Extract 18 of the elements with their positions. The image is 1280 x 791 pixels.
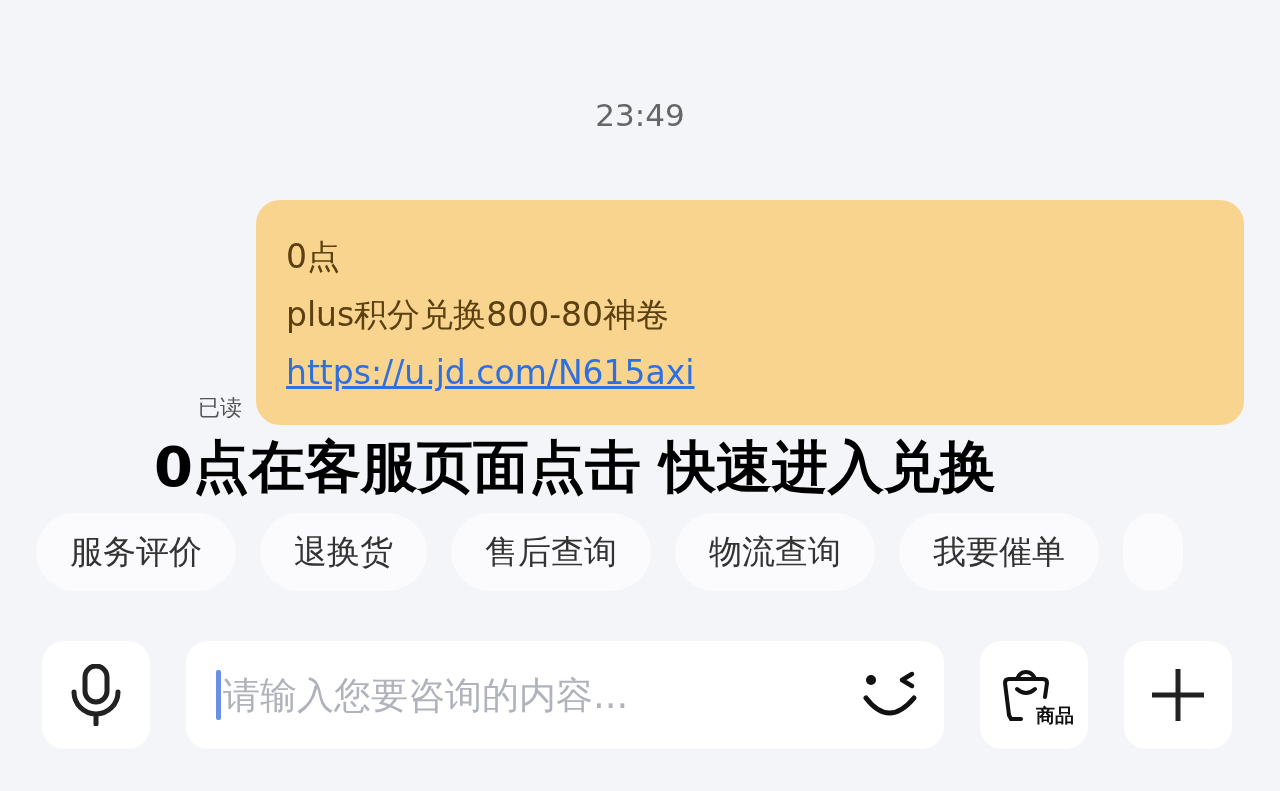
quick-reply-chip[interactable]: 服务评价 xyxy=(36,513,236,591)
text-cursor xyxy=(216,670,221,720)
quick-reply-chip[interactable]: 售后查询 xyxy=(451,513,651,591)
microphone-icon xyxy=(69,664,123,726)
plus-icon xyxy=(1150,667,1206,723)
message-input[interactable]: 请输入您要咨询的内容... xyxy=(221,672,862,718)
message-text: plus积分兑换800-80神卷 xyxy=(286,294,671,336)
message-field[interactable]: 请输入您要咨询的内容... xyxy=(186,641,944,749)
read-status: 已读 xyxy=(198,394,242,422)
quick-reply-chip[interactable]: 退换货 xyxy=(260,513,427,591)
voice-button[interactable] xyxy=(42,641,150,749)
caption-text: 0点在客服页面点击 快速进入兑换 xyxy=(153,433,998,501)
message-text: 0点 xyxy=(286,236,341,278)
add-button[interactable] xyxy=(1124,641,1232,749)
quick-reply-chip[interactable]: 我要催单 xyxy=(899,513,1099,591)
product-button[interactable]: 商品 xyxy=(980,641,1088,749)
message-timestamp: 23:49 xyxy=(594,96,686,135)
quick-reply-chip[interactable]: 物流查询 xyxy=(675,513,875,591)
